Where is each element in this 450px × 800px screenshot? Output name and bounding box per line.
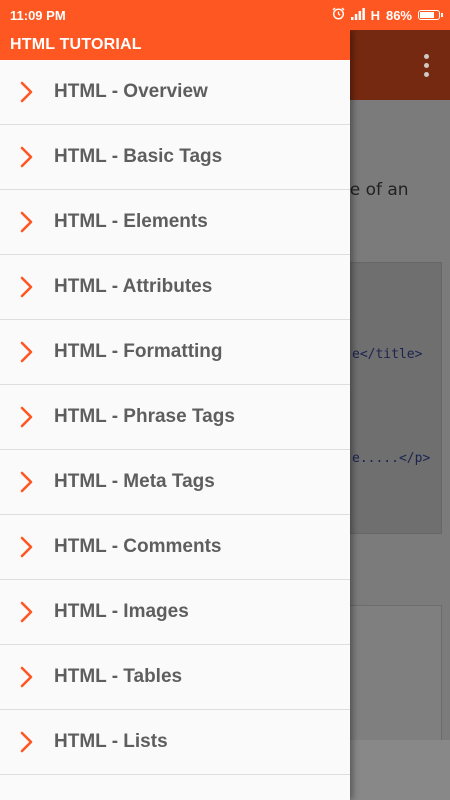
- drawer-item[interactable]: HTML - Formatting: [0, 320, 350, 385]
- chevron-right-icon: [20, 146, 50, 168]
- chevron-right-icon: [20, 601, 50, 623]
- drawer-item-label: HTML - Elements: [54, 211, 208, 232]
- status-bar: 11:09 PM H 86%: [0, 0, 450, 30]
- drawer-item[interactable]: HTML - Images: [0, 580, 350, 645]
- drawer-item[interactable]: HTML - Tables: [0, 645, 350, 710]
- chevron-right-icon: [20, 406, 50, 428]
- drawer-item-label: HTML - Images: [54, 601, 189, 622]
- drawer-item[interactable]: HTML - Meta Tags: [0, 450, 350, 515]
- drawer-item[interactable]: HTML - Lists: [0, 710, 350, 775]
- drawer-item-label: HTML - Lists: [54, 731, 168, 752]
- drawer-title: HTML TUTORIAL: [0, 30, 350, 60]
- chevron-right-icon: [20, 471, 50, 493]
- chevron-right-icon: [20, 211, 50, 233]
- battery-icon: [418, 10, 443, 20]
- code-block: e</title> e.....</p>: [345, 262, 442, 534]
- battery-level: [420, 12, 435, 18]
- overflow-menu-icon[interactable]: [424, 54, 430, 77]
- chevron-right-icon: [20, 81, 50, 103]
- drawer-item-label: HTML - Formatting: [54, 341, 223, 362]
- status-time: 11:09 PM: [10, 7, 66, 23]
- screen: 11:09 PM H 86% le of an e</title> e.....…: [0, 0, 450, 800]
- drawer-item-label: HTML - Comments: [54, 536, 222, 557]
- drawer-list: HTML - Overview HTML - Basic Tags HTML - E…: [0, 60, 350, 775]
- drawer-item[interactable]: HTML - Phrase Tags: [0, 385, 350, 450]
- status-icons: H 86%: [332, 7, 443, 23]
- navigation-drawer: HTML TUTORIAL HTML - Overview HTML - Basi…: [0, 30, 350, 800]
- chevron-right-icon: [20, 731, 50, 753]
- signal-icon: [350, 7, 365, 23]
- battery-percent: 86%: [385, 7, 412, 23]
- drawer-item[interactable]: HTML - Comments: [0, 515, 350, 580]
- chevron-right-icon: [20, 276, 50, 298]
- network-type: H: [370, 7, 380, 23]
- background-text: le of an: [345, 180, 409, 200]
- chevron-right-icon: [20, 666, 50, 688]
- drawer-item[interactable]: HTML - Overview: [0, 60, 350, 125]
- drawer-item-label: HTML - Attributes: [54, 276, 213, 297]
- drawer-item-label: HTML - Overview: [54, 81, 208, 102]
- drawer-item-label: HTML - Tables: [54, 666, 183, 687]
- drawer-item[interactable]: HTML - Attributes: [0, 255, 350, 320]
- code-block-2: [345, 605, 442, 745]
- drawer-item-label: HTML - Meta Tags: [54, 471, 215, 492]
- chevron-right-icon: [20, 341, 50, 363]
- drawer-item-label: HTML - Basic Tags: [54, 146, 223, 167]
- drawer-item[interactable]: HTML - Basic Tags: [0, 125, 350, 190]
- chevron-right-icon: [20, 536, 50, 558]
- code-line: e.....</p>: [352, 451, 431, 466]
- code-line: e</title>: [352, 347, 423, 362]
- drawer-item-label: HTML - Phrase Tags: [54, 406, 235, 427]
- alarm-icon: [332, 7, 345, 23]
- drawer-item[interactable]: HTML - Elements: [0, 190, 350, 255]
